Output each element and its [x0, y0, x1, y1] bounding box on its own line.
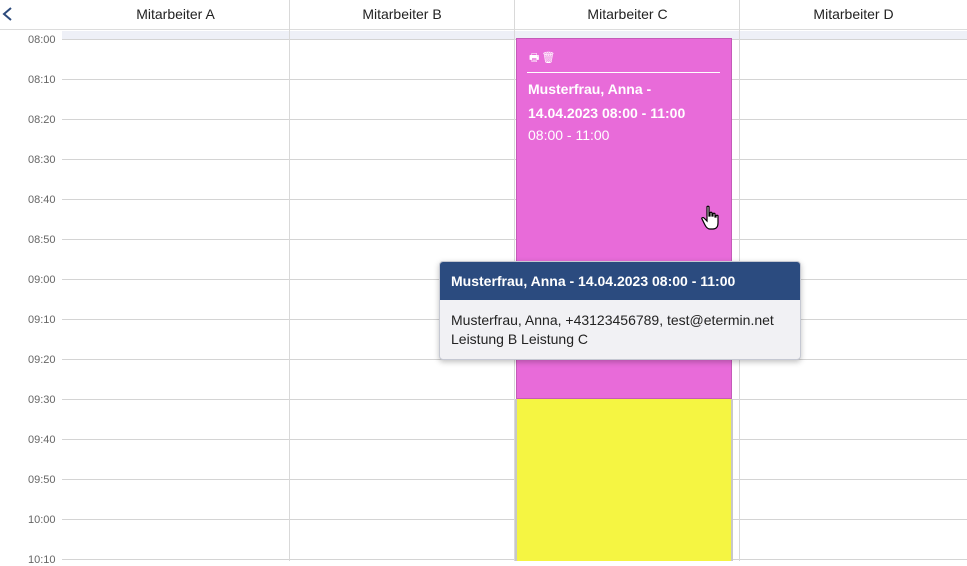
time-slot-label: 09:10	[28, 314, 56, 326]
time-slot-label: 09:40	[28, 434, 56, 446]
time-slot-label: 09:30	[28, 394, 56, 406]
column-header-mitarbeiter-c[interactable]: Mitarbeiter C	[515, 0, 740, 30]
print-icon[interactable]: 🖶	[529, 52, 539, 64]
calendar-header: Mitarbeiter A Mitarbeiter B Mitarbeiter …	[0, 0, 967, 30]
time-slot-label: 08:00	[28, 34, 56, 46]
time-slot-label: 10:10	[28, 554, 56, 566]
time-slot-label: 09:50	[28, 474, 56, 486]
appointment-actions: 🖶 🗑	[529, 49, 557, 65]
time-slot-label: 08:10	[28, 74, 56, 86]
time-slot-label: 09:20	[28, 354, 56, 366]
hand-cursor-icon	[701, 205, 719, 230]
appointment-tooltip: Musterfrau, Anna - 14.04.2023 08:00 - 11…	[439, 261, 801, 360]
back-button[interactable]	[0, 2, 16, 26]
time-slot-label: 08:40	[28, 194, 56, 206]
time-slot-label: 08:30	[28, 154, 56, 166]
column-header-mitarbeiter-b[interactable]: Mitarbeiter B	[289, 0, 515, 30]
chevron-left-icon	[2, 7, 12, 21]
column-divider	[289, 0, 290, 561]
appointment-title: Musterfrau, Anna - 14.04.2023 08:00 - 11…	[528, 81, 686, 121]
appointment-time: 08:00 - 11:00	[528, 127, 610, 143]
column-header-mitarbeiter-a[interactable]: Mitarbeiter A	[62, 0, 289, 30]
trash-icon[interactable]: 🗑	[541, 52, 555, 64]
tooltip-title: Musterfrau, Anna - 14.04.2023 08:00 - 11…	[440, 262, 800, 300]
tooltip-body: Musterfrau, Anna, +43123456789, test@ete…	[440, 300, 800, 349]
appointment-divider	[527, 72, 720, 73]
appointment-block-yellow[interactable]	[515, 399, 733, 561]
time-slot-label: 08:50	[28, 234, 56, 246]
time-slot-label: 09:00	[28, 274, 56, 286]
tooltip-contact: Musterfrau, Anna, +43123456789, test@ete…	[451, 312, 774, 328]
time-slot-label: 08:20	[28, 114, 56, 126]
column-header-mitarbeiter-d[interactable]: Mitarbeiter D	[740, 0, 967, 30]
time-slot-label: 10:00	[28, 514, 56, 526]
tooltip-services: Leistung B Leistung C	[451, 331, 588, 347]
